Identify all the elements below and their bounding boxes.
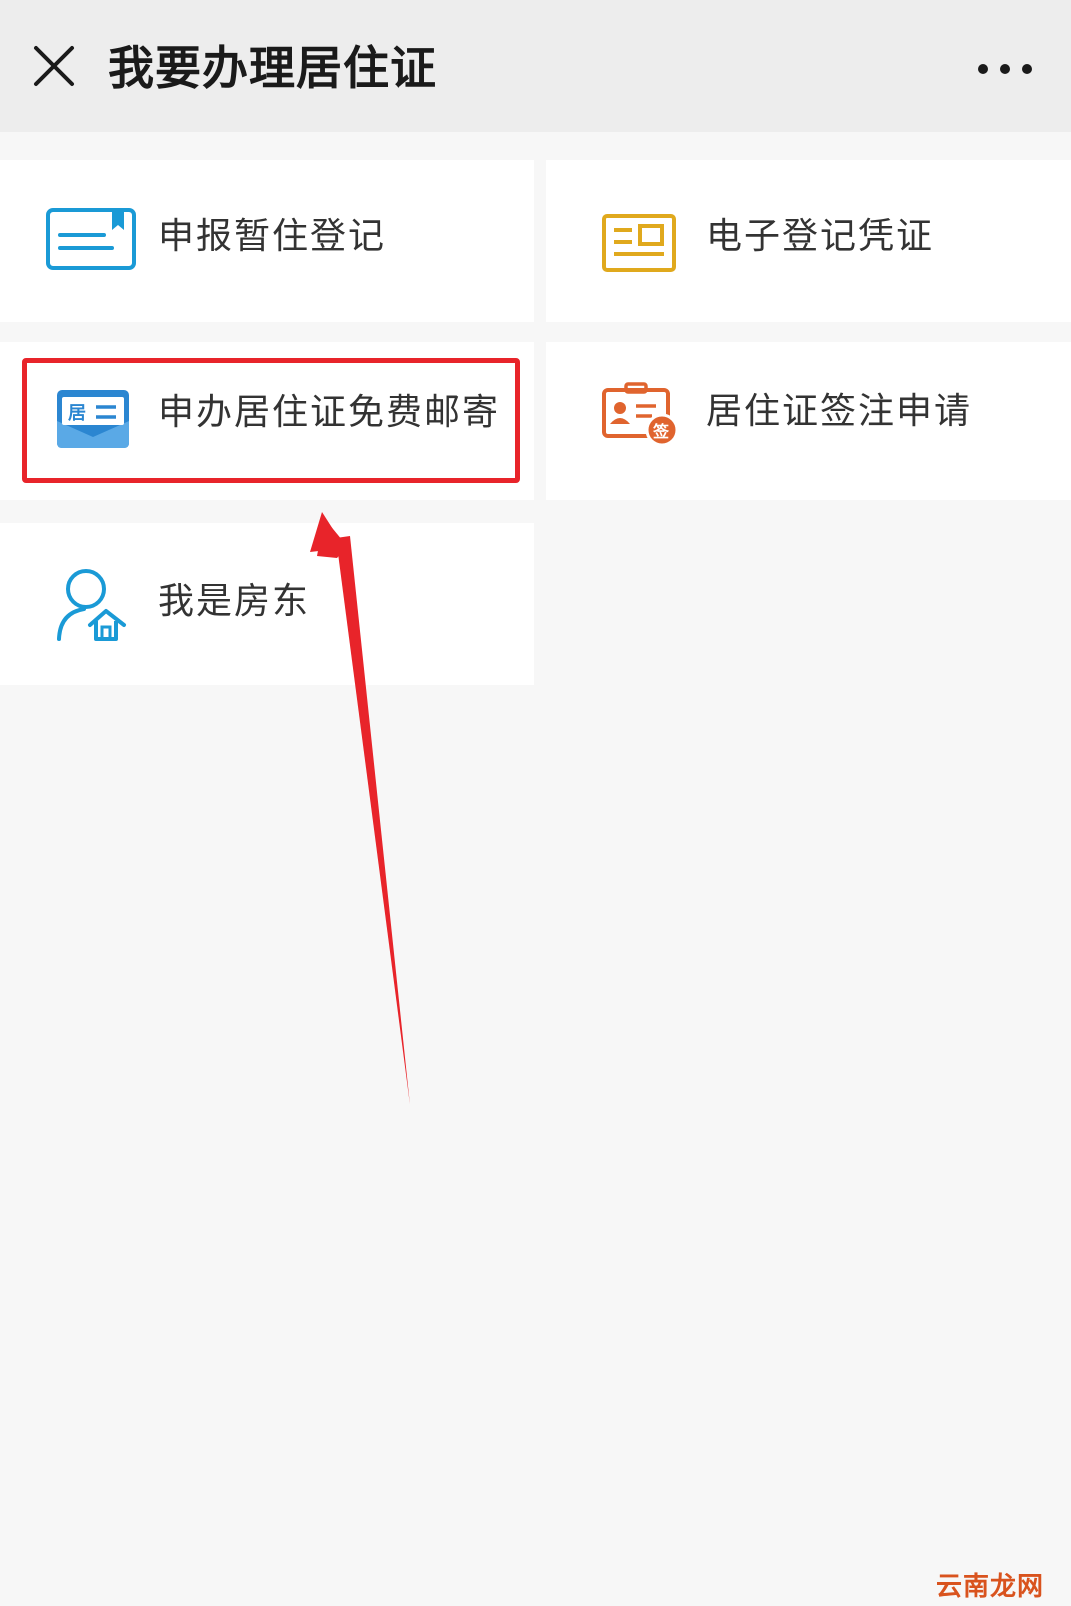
tile-temporary-residence-registration[interactable]: 申报暂住登记 (0, 160, 534, 322)
tile-electronic-registration-certificate[interactable]: 电子登记凭证 (546, 160, 1071, 322)
tile-label: 申办居住证免费邮寄 (158, 392, 501, 433)
more-dots-icon[interactable] (975, 55, 1055, 85)
watermark-logo: 云南龙网 (936, 1572, 1045, 1602)
tile-label: 我是房东 (158, 581, 311, 622)
close-icon[interactable] (28, 40, 80, 92)
tile-residence-permit-endorsement[interactable]: 签 居住证签注申请 (546, 342, 1071, 500)
certificate-document-icon (602, 214, 676, 272)
page-title: 我要办理居住证 (108, 41, 437, 95)
tile-i-am-landlord[interactable]: 我是房东 (0, 523, 534, 685)
tile-residence-permit-free-mail[interactable]: 居 申办居住证免费邮寄 (0, 342, 534, 500)
icon-char-residence: 居 (68, 403, 86, 424)
tile-label: 居住证签注申请 (706, 391, 973, 432)
registration-card-icon (46, 208, 136, 270)
title-bar: 我要办理居住证 (0, 0, 1071, 132)
residence-permit-mail-icon: 居 (57, 390, 129, 448)
tile-label: 申报暂住登记 (158, 216, 387, 257)
icon-char-endorse: 签 (652, 422, 670, 441)
id-badge-endorse-icon: 签 (602, 382, 678, 446)
tile-label: 电子登记凭证 (706, 216, 935, 257)
landlord-house-icon (57, 569, 126, 641)
